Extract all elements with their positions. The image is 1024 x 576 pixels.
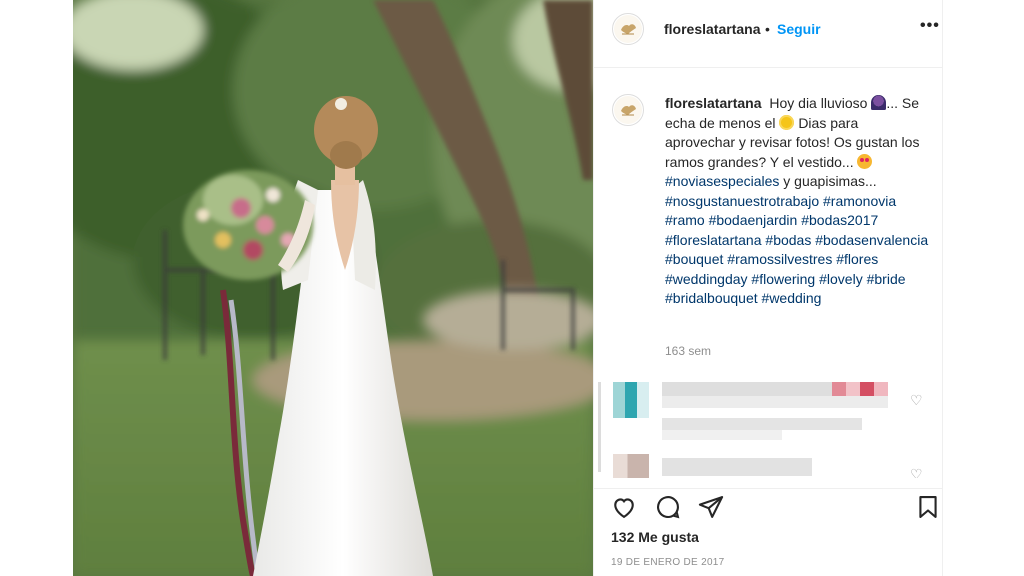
post-header: floreslatartana • Seguir ••• (594, 0, 942, 68)
hashtag-link[interactable]: #weddingday (665, 271, 748, 287)
hashtag-link[interactable]: #bodas (765, 232, 811, 248)
hashtag-link[interactable]: #bodas2017 (801, 212, 878, 228)
comment-like-heart-icon[interactable]: ♡ (910, 392, 923, 409)
comment-like-heart-icon[interactable]: ♡ (910, 466, 923, 478)
comments-list[interactable]: ♡ ♡ (594, 378, 942, 478)
more-options-icon[interactable]: ••• (920, 17, 940, 35)
redacted-comment-text (832, 382, 888, 396)
post-username[interactable]: floreslatartana (664, 21, 760, 37)
redacted-comment-text (662, 396, 888, 408)
umbrella-rain-emoji-icon (871, 95, 887, 110)
hashtag-link[interactable]: #ramo (665, 212, 705, 228)
hashtag-link[interactable]: #ramossilvestres (727, 251, 832, 267)
caption-text: Hoy dia lluvioso (769, 95, 868, 111)
post-photo[interactable] (73, 0, 593, 576)
hashtag-link[interactable]: #noviasespeciales (665, 173, 779, 189)
separator-dot: • (765, 21, 770, 37)
hashtag-link[interactable]: #bodaenjardin (709, 212, 798, 228)
caption-username[interactable]: floreslatartana (665, 95, 761, 111)
hashtag-link[interactable]: #floreslatartana (665, 232, 762, 248)
follow-button[interactable]: Seguir (777, 21, 821, 37)
hashtag-link[interactable]: #flores (836, 251, 878, 267)
redacted-comment-meta (662, 430, 782, 440)
hashtag-link[interactable]: #flowering (751, 271, 815, 287)
hashtag-link[interactable]: #nosgustanuestrotrabajo (665, 193, 819, 209)
redacted-comment-text (662, 418, 862, 430)
paper-plane-icon[interactable] (697, 493, 725, 526)
hashtag-link[interactable]: #bridalbouquet (665, 290, 758, 306)
hashtag-link[interactable]: #lovely (819, 271, 863, 287)
likes-count[interactable]: 132 Me gusta (611, 529, 699, 545)
post-side-panel: floreslatartana • Seguir ••• floreslatar… (593, 0, 943, 576)
hashtag-link[interactable]: #bouquet (665, 251, 723, 267)
hashtag-link[interactable]: #bodasenvalencia (815, 232, 928, 248)
heart-eyes-emoji-icon (857, 153, 873, 169)
redacted-comment-text (662, 382, 832, 396)
redacted-comment-avatar (613, 454, 649, 478)
comments-scrollbar[interactable] (598, 382, 601, 472)
post-age[interactable]: 163 sem (665, 344, 711, 358)
caption-avatar[interactable] (612, 94, 644, 126)
heart-icon[interactable] (610, 493, 638, 526)
hashtag-link[interactable]: #wedding (762, 290, 822, 306)
hashtag-link[interactable]: #bride (867, 271, 906, 287)
redacted-comment-text (662, 458, 812, 476)
bride-photo-image (73, 0, 593, 576)
post-date[interactable]: 19 DE ENERO DE 2017 (611, 557, 725, 568)
post-caption: floreslatartana Hoy dia lluvioso ... Se … (665, 95, 929, 306)
bookmark-icon[interactable] (914, 493, 942, 526)
redacted-comment-avatar (613, 382, 649, 418)
sun-emoji-icon (779, 114, 795, 130)
caption-text: y guapisimas... (783, 173, 877, 189)
hashtag-link[interactable]: #ramonovia (823, 193, 896, 209)
profile-avatar[interactable] (612, 13, 644, 45)
comment-icon[interactable] (654, 493, 682, 526)
action-bar (594, 488, 942, 525)
